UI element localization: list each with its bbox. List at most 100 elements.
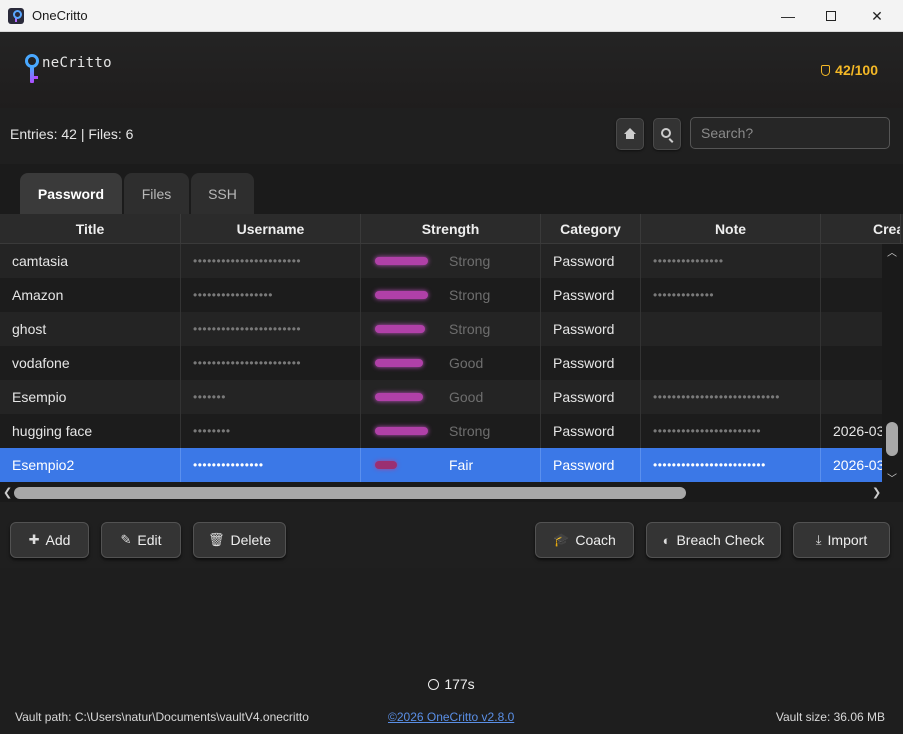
trash-icon: 🗑 — [208, 532, 225, 547]
stopwatch-icon — [428, 679, 440, 690]
cell-title: Amazon — [0, 278, 181, 312]
tab-files[interactable]: Files — [124, 173, 189, 214]
home-icon — [624, 128, 636, 139]
search-input[interactable] — [690, 117, 890, 149]
edit-button[interactable]: ✎ Edit — [101, 522, 181, 558]
cell-note: ••••••••••••••• — [641, 244, 821, 278]
cell-title: hugging face — [0, 414, 181, 448]
cell-created: 2026-03- — [821, 448, 882, 482]
delete-button[interactable]: 🗑 Delete — [193, 522, 286, 558]
vertical-scroll-thumb[interactable] — [886, 422, 898, 456]
shield-icon — [821, 64, 831, 76]
scroll-up-icon[interactable]: ︿ — [887, 244, 897, 259]
strength-label: Good — [449, 355, 484, 371]
cell-username: •••••••• — [181, 414, 361, 448]
cell-title: Esempio2 — [0, 448, 181, 482]
copyright-link[interactable]: ©2026 OneCritto v2.8.0 — [388, 710, 514, 724]
entries-table: Title Username Strength Category Note Cr… — [0, 214, 903, 502]
cell-category: Password — [541, 278, 641, 312]
add-button[interactable]: ✚ Add — [10, 522, 89, 558]
cell-strength: Good — [361, 380, 541, 414]
app-key-icon — [8, 7, 24, 24]
scroll-right-icon[interactable]: ❯ — [872, 486, 881, 499]
toolbar: Entries: 42 | Files: 6 — [0, 108, 903, 164]
strength-label: Strong — [449, 287, 491, 303]
tab-password[interactable]: Password — [20, 173, 122, 214]
cell-title: camtasia — [0, 244, 181, 278]
vault-size: Vault size: 36.06 MB — [775, 710, 885, 724]
app-header: neCritto 42/100 — [0, 32, 903, 108]
key-logo-icon — [25, 52, 41, 86]
column-header-strength[interactable]: Strength — [361, 214, 541, 244]
table-row[interactable]: camtasia ••••••••••••••••••••••• Strong Pas… — [0, 244, 882, 278]
search-button[interactable] — [653, 118, 681, 150]
cell-title: vodafone — [0, 346, 181, 380]
cell-strength: Fair — [361, 448, 541, 482]
cell-username: ••••••••••••••••••••••• — [181, 346, 361, 380]
import-button[interactable]: ⤓ Import — [793, 522, 890, 558]
vertical-scrollbar[interactable]: ︿ ﹀ — [882, 244, 903, 485]
search-icon — [661, 128, 671, 138]
vault-path: Vault path: C:\Users\natur\Documents\vau… — [15, 710, 309, 724]
close-button[interactable]: ✕ — [854, 0, 900, 32]
column-header-category[interactable]: Category — [541, 214, 641, 244]
coach-button[interactable]: 🎓 Coach — [535, 522, 634, 558]
strength-bar — [375, 359, 423, 367]
table-row[interactable]: Esempio ••••••• Good Password ••••••••••••••… — [0, 380, 882, 414]
tab-bar: Password Files SSH — [0, 164, 903, 214]
cell-created — [821, 244, 882, 278]
scroll-left-icon[interactable]: ❮ — [3, 486, 12, 499]
edit-icon: ✎ — [120, 532, 132, 547]
cell-category: Password — [541, 312, 641, 346]
maximize-icon — [826, 11, 836, 21]
column-header-note[interactable]: Note — [641, 214, 821, 244]
cell-category: Password — [541, 346, 641, 380]
table-row[interactable]: ghost ••••••••••••••••••••••• Strong Passwo… — [0, 312, 882, 346]
session-timer-value: 177s — [444, 676, 475, 692]
minimize-button[interactable]: — — [765, 0, 811, 32]
table-row[interactable]: vodafone ••••••••••••••••••••••• Good Passw… — [0, 346, 882, 380]
shield-half-icon: ◐ — [662, 532, 671, 548]
table-header: Title Username Strength Category Note Cr… — [0, 214, 903, 244]
table-row[interactable]: Amazon ••••••••••••••••• Strong Password •••… — [0, 278, 882, 312]
table-row[interactable]: Esempio2 ••••••••••••••• Fair Password •••••… — [0, 448, 882, 482]
cell-category: Password — [541, 448, 641, 482]
cell-note — [641, 346, 821, 380]
cell-category: Password — [541, 244, 641, 278]
strength-bar — [375, 393, 423, 401]
cell-category: Password — [541, 380, 641, 414]
strength-label: Strong — [449, 253, 491, 269]
strength-label: Fair — [449, 457, 474, 473]
horizontal-scroll-thumb[interactable] — [14, 487, 686, 499]
tab-ssh[interactable]: SSH — [191, 173, 254, 214]
column-header-username[interactable]: Username — [181, 214, 361, 244]
cell-created — [821, 346, 882, 380]
graduation-cap-icon: 🎓 — [553, 532, 570, 547]
horizontal-scrollbar[interactable]: ❮ ❯ — [0, 485, 903, 502]
security-score[interactable]: 42/100 — [821, 62, 878, 78]
security-score-value: 42/100 — [835, 62, 878, 78]
strength-bar — [375, 325, 425, 333]
strength-label: Strong — [449, 321, 491, 337]
cell-strength: Good — [361, 346, 541, 380]
home-button[interactable] — [616, 118, 644, 150]
maximize-button[interactable] — [808, 0, 854, 32]
table-body: camtasia ••••••••••••••••••••••• Strong Pas… — [0, 244, 882, 485]
table-row[interactable]: hugging face •••••••• Strong Password ••••••… — [0, 414, 882, 448]
session-timer: 177s — [0, 676, 903, 692]
action-bar: ✚ Add ✎ Edit 🗑 Delete 🎓 Coach ◐ Breach Check … — [0, 502, 903, 568]
strength-bar — [375, 461, 397, 469]
cell-note: ••••••••••••••••••••••••••• — [641, 380, 821, 414]
column-header-created[interactable]: Crea — [821, 214, 901, 244]
cell-username: ••••••••••••••••••••••• — [181, 312, 361, 346]
cell-title: ghost — [0, 312, 181, 346]
breach-check-button[interactable]: ◐ Breach Check — [646, 522, 781, 558]
column-header-title[interactable]: Title — [0, 214, 181, 244]
cell-created — [821, 380, 882, 414]
cell-created — [821, 312, 882, 346]
cell-created — [821, 278, 882, 312]
cell-username: ••••••• — [181, 380, 361, 414]
cell-note — [641, 312, 821, 346]
cell-note: ••••••••••••••••••••••• — [641, 414, 821, 448]
scroll-down-icon[interactable]: ﹀ — [887, 470, 897, 485]
